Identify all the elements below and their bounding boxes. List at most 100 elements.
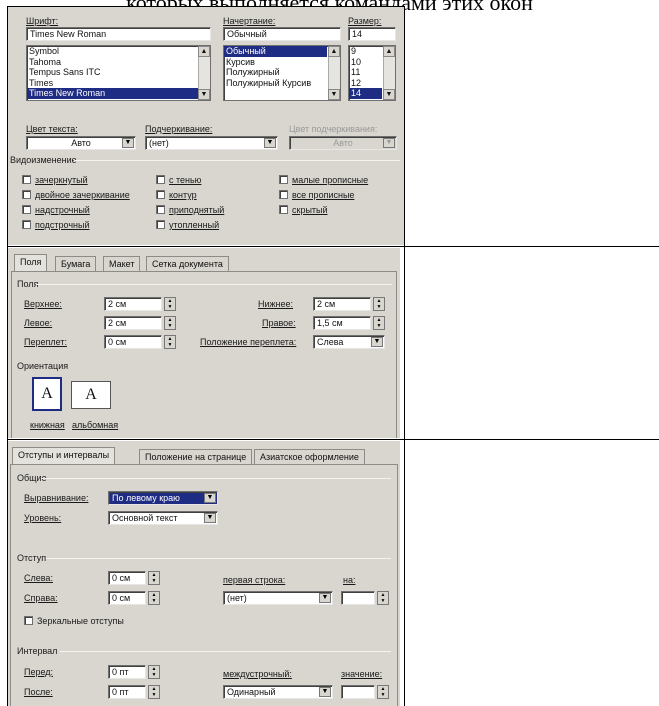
- underline-color-label: Цвет подчеркивания:: [289, 124, 378, 134]
- style-list-item[interactable]: Полужирный: [224, 67, 340, 78]
- left-margin-input[interactable]: 2 см: [104, 316, 162, 330]
- small-caps-checkbox[interactable]: [279, 175, 288, 184]
- landscape-orientation-icon[interactable]: A: [71, 381, 111, 409]
- chevron-down-icon[interactable]: ▼: [204, 493, 216, 503]
- paragraph-dialog: Отступы и интервалы Положение на страниц…: [8, 441, 400, 706]
- strikethrough-label: зачеркнутый: [35, 175, 88, 185]
- chevron-down-icon[interactable]: ▼: [264, 138, 276, 148]
- top-margin-spinner[interactable]: ▲ ▼: [164, 297, 176, 311]
- scroll-up-icon[interactable]: ▲: [198, 46, 210, 57]
- portrait-orientation-icon[interactable]: A: [32, 377, 62, 411]
- size-list-scrollbar[interactable]: ▲ ▼: [383, 46, 395, 100]
- style-input[interactable]: Обычный: [223, 27, 341, 41]
- text-color-select[interactable]: Авто ▼: [26, 136, 136, 150]
- by-input[interactable]: [341, 591, 375, 605]
- value-label: значение:: [341, 669, 383, 679]
- line-spacing-label: междустрочный:: [223, 669, 292, 679]
- landscape-glyph: A: [85, 386, 97, 403]
- tab-document-grid[interactable]: Сетка документа: [146, 256, 229, 271]
- chevron-down-icon[interactable]: ▼: [319, 687, 331, 697]
- subscript-checkbox[interactable]: [22, 220, 31, 229]
- before-spinner[interactable]: ▲ ▼: [148, 665, 160, 679]
- font-list-item[interactable]: Tempus Sans ITC: [27, 67, 210, 78]
- emboss-checkbox[interactable]: [156, 205, 165, 214]
- hidden-checkbox[interactable]: [279, 205, 288, 214]
- gutter-position-select[interactable]: Слева ▼: [313, 335, 385, 349]
- superscript-label: надстрочный: [35, 205, 90, 215]
- indent-left-input[interactable]: 0 см: [108, 571, 146, 585]
- line-spacing-value-spinner[interactable]: ▲ ▼: [377, 685, 389, 699]
- double-strikethrough-checkbox[interactable]: [22, 190, 31, 199]
- indent-right-label: Справа:: [24, 593, 58, 603]
- landscape-label[interactable]: альбомная: [72, 420, 118, 430]
- small-caps-label: малые прописные: [292, 175, 369, 185]
- tab-paper[interactable]: Бумага: [55, 256, 97, 271]
- font-list-item[interactable]: Tahoma: [27, 57, 210, 68]
- alignment-select[interactable]: По левому краю ▼: [108, 491, 218, 505]
- font-list-scrollbar[interactable]: ▲ ▼: [198, 46, 210, 100]
- all-caps-checkbox[interactable]: [279, 190, 288, 199]
- before-input[interactable]: 0 пт: [108, 665, 146, 679]
- after-spinner[interactable]: ▲ ▼: [148, 685, 160, 699]
- tab-line-page-breaks[interactable]: Положение на странице: [139, 449, 253, 464]
- font-list-item-selected[interactable]: Times New Roman: [27, 88, 210, 99]
- indent-right-input[interactable]: 0 см: [108, 591, 146, 605]
- style-list-item[interactable]: Полужирный Курсив: [224, 78, 340, 89]
- size-list[interactable]: 9 10 11 12 14 ▲ ▼: [348, 45, 396, 101]
- left-margin-spinner[interactable]: ▲ ▼: [164, 316, 176, 330]
- mirror-indents-checkbox[interactable]: [24, 616, 33, 625]
- gutter-spinner[interactable]: ▲ ▼: [164, 335, 176, 349]
- chevron-down-icon[interactable]: ▼: [371, 337, 383, 347]
- bottom-margin-input[interactable]: 2 см: [313, 297, 371, 311]
- underline-select[interactable]: (нет) ▼: [145, 136, 278, 150]
- font-list-item[interactable]: Symbol: [27, 46, 210, 57]
- by-spinner[interactable]: ▲ ▼: [377, 591, 389, 605]
- style-list[interactable]: Обычный Курсив Полужирный Полужирный Кур…: [223, 45, 341, 101]
- scroll-down-icon[interactable]: ▼: [198, 89, 210, 100]
- line-spacing-value-input[interactable]: [341, 685, 375, 699]
- chevron-down-icon[interactable]: ▼: [319, 593, 331, 603]
- right-margin-spinner[interactable]: ▲ ▼: [373, 316, 385, 330]
- line-spacing-select[interactable]: Одинарный ▼: [223, 685, 333, 699]
- size-input[interactable]: 14: [348, 27, 396, 41]
- underline-label: Подчеркивание:: [145, 124, 213, 134]
- style-list-scrollbar[interactable]: ▲ ▼: [328, 46, 340, 100]
- bottom-margin-label: Нижнее:: [258, 299, 294, 309]
- top-margin-input[interactable]: 2 см: [104, 297, 162, 311]
- outline-checkbox[interactable]: [156, 190, 165, 199]
- style-label: Начертание:: [223, 16, 276, 26]
- style-list-item[interactable]: Курсив: [224, 57, 340, 68]
- chevron-down-icon[interactable]: ▼: [122, 138, 134, 148]
- shadow-checkbox[interactable]: [156, 175, 165, 184]
- scroll-up-icon[interactable]: ▲: [383, 46, 395, 57]
- right-margin-input[interactable]: 1,5 см: [313, 316, 371, 330]
- tab-indents-spacing[interactable]: Отступы и интервалы: [12, 447, 116, 464]
- font-input[interactable]: Times New Roman: [26, 27, 211, 41]
- indent-left-spinner[interactable]: ▲ ▼: [148, 571, 160, 585]
- after-input[interactable]: 0 пт: [108, 685, 146, 699]
- page-setup-dialog: Поля Бумага Макет Сетка документа Поля В…: [8, 248, 400, 438]
- size-list-item-selected[interactable]: 14: [349, 88, 382, 99]
- portrait-label[interactable]: книжная: [30, 420, 65, 430]
- tab-layout[interactable]: Макет: [103, 256, 141, 271]
- superscript-checkbox[interactable]: [22, 205, 31, 214]
- scroll-down-icon[interactable]: ▼: [383, 89, 395, 100]
- style-list-item-selected[interactable]: Обычный: [224, 46, 327, 57]
- engrave-checkbox[interactable]: [156, 220, 165, 229]
- indent-right-spinner[interactable]: ▲ ▼: [148, 591, 160, 605]
- bottom-margin-spinner[interactable]: ▲ ▼: [373, 297, 385, 311]
- first-line-select[interactable]: (нет) ▼: [223, 591, 333, 605]
- chevron-down-icon[interactable]: ▼: [204, 513, 216, 523]
- strikethrough-checkbox[interactable]: [22, 175, 31, 184]
- scroll-down-icon[interactable]: ▼: [328, 89, 340, 100]
- scroll-up-icon[interactable]: ▲: [328, 46, 340, 57]
- subscript-label: подстрочный: [35, 220, 90, 230]
- text-color-label: Цвет текста:: [26, 124, 78, 134]
- font-list-item[interactable]: Times: [27, 78, 210, 89]
- emboss-label: приподнятый: [169, 205, 225, 215]
- gutter-input[interactable]: 0 см: [104, 335, 162, 349]
- font-list[interactable]: Symbol Tahoma Tempus Sans ITC Times Time…: [26, 45, 211, 101]
- tab-margins[interactable]: Поля: [14, 254, 48, 271]
- tab-asian-typography[interactable]: Азиатское оформление: [254, 449, 365, 464]
- level-select[interactable]: Основной текст ▼: [108, 511, 218, 525]
